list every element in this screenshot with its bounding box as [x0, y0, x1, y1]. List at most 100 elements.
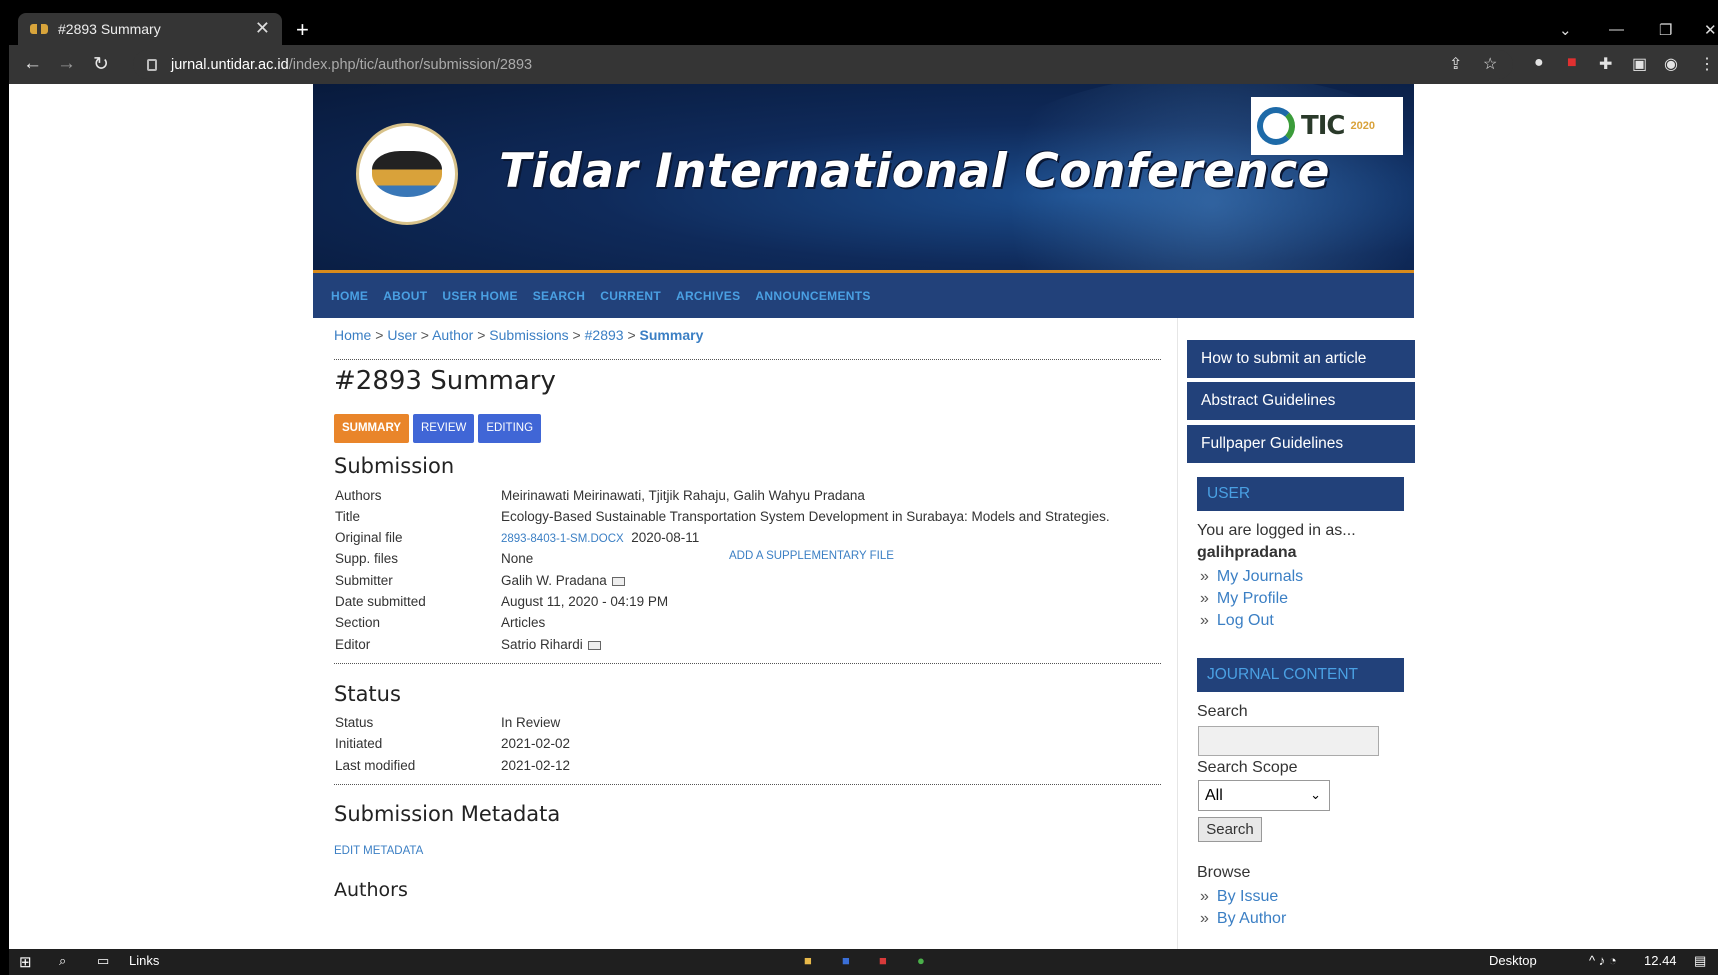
tab-search-icon[interactable]: ⌄	[1559, 21, 1572, 39]
crumb-author[interactable]: Author	[432, 327, 473, 343]
clock[interactable]: 12.44	[1644, 953, 1677, 968]
address-bar[interactable]: jurnal.untidar.ac.id /index.php/tic/auth…	[133, 50, 1513, 79]
crumb-home[interactable]: Home	[334, 327, 371, 343]
title-row: Title Ecology-Based Sustainable Transpor…	[335, 509, 1155, 529]
eagle-icon	[372, 151, 442, 197]
app-red-icon[interactable]: ■	[879, 953, 887, 968]
windows-taskbar: ⊞ ⌕ ▭ Links ■ ■ ■ ● Desktop ^ ♪ ◔ 12.44 …	[9, 949, 1718, 975]
browse-by-author-link[interactable]: » By Author	[1200, 910, 1286, 928]
screen: #2893 Summary ✕ + ⌄ — ❐ ✕ ← → ↻ jurnal.u…	[0, 0, 1718, 975]
nav-announcements[interactable]: ANNOUNCEMENTS	[755, 289, 870, 303]
tab-editing[interactable]: EDITING	[478, 414, 542, 443]
add-supplementary-file-link[interactable]: ADD A SUPPLEMENTARY FILE	[729, 550, 894, 562]
side-panel-icon[interactable]: ▣	[1632, 54, 1647, 74]
search-scope-select[interactable]: All ⌄	[1198, 780, 1330, 811]
nav-home[interactable]: HOME	[331, 289, 368, 303]
breadcrumb: Home > User > Author > Submissions > #28…	[334, 327, 704, 343]
tab-summary[interactable]: SUMMARY	[334, 414, 409, 443]
editor-value: Satrio Rihardi	[501, 637, 583, 652]
email-editor-icon[interactable]	[587, 640, 601, 650]
how-to-submit-button[interactable]: How to submit an article	[1187, 340, 1415, 380]
close-window-icon[interactable]: ✕	[1704, 21, 1717, 39]
crumb-submissions[interactable]: Submissions	[489, 327, 568, 343]
browse-by-issue-link[interactable]: » By Issue	[1200, 888, 1278, 906]
initiated-value: 2021-02-02	[501, 736, 571, 751]
authors-row: Authors Meirinawati Meirinawati, Tjitjik…	[335, 488, 1155, 508]
user-block-heading: USER	[1197, 477, 1404, 511]
back-icon[interactable]: ←	[23, 53, 42, 75]
browser-tab[interactable]: #2893 Summary ✕	[18, 13, 282, 45]
task-view-icon[interactable]: ▭	[97, 953, 109, 969]
windows-start-icon[interactable]: ⊞	[19, 953, 32, 971]
crumb-submission-id[interactable]: #2893	[585, 327, 624, 343]
abstract-guidelines-button[interactable]: Abstract Guidelines	[1187, 382, 1415, 422]
puzzle-extensions-icon[interactable]: ✚	[1599, 54, 1612, 74]
nav-user-home[interactable]: USER HOME	[442, 289, 517, 303]
nav-archives[interactable]: ARCHIVES	[676, 289, 740, 303]
username: galihpradana	[1197, 544, 1297, 561]
file-explorer-icon[interactable]: ■	[804, 953, 812, 968]
edit-metadata-link[interactable]: EDIT METADATA	[334, 845, 423, 857]
title-label: Title	[335, 509, 361, 524]
word-icon[interactable]: ■	[842, 953, 850, 968]
site-container: Tidar International Conference TIC 2020 …	[313, 84, 1415, 949]
tic-year: 2020	[1350, 120, 1375, 132]
search-button[interactable]: Search	[1198, 817, 1262, 842]
crumb-user[interactable]: User	[387, 327, 417, 343]
log-out-link[interactable]: » Log Out	[1200, 612, 1274, 630]
search-icon[interactable]: ⌕	[59, 953, 66, 969]
site-favicon-icon	[30, 24, 48, 34]
web-page: Tidar International Conference TIC 2020 …	[9, 84, 1718, 949]
last-modified-row: Last modified 2021-02-12	[335, 758, 1155, 778]
chrome-icon[interactable]: ●	[917, 953, 925, 968]
forward-icon[interactable]: →	[57, 53, 76, 75]
by-issue-label: By Issue	[1216, 888, 1279, 905]
lock-icon	[147, 58, 157, 71]
editor-row: Editor Satrio Rihardi	[335, 637, 1155, 657]
section-row: Section Articles	[335, 615, 1155, 635]
my-journals-link[interactable]: » My Journals	[1200, 568, 1303, 586]
metadata-heading: Submission Metadata	[334, 802, 561, 826]
original-file-link[interactable]: 2893-8403-1-SM.DOCX	[501, 533, 624, 545]
close-tab-icon[interactable]: ✕	[255, 18, 270, 39]
date-submitted-row: Date submitted August 11, 2020 - 04:19 P…	[335, 594, 1155, 614]
reload-icon[interactable]: ↻	[93, 53, 109, 76]
divider	[334, 784, 1161, 785]
submitter-label: Submitter	[335, 573, 393, 588]
restore-icon[interactable]: ❐	[1659, 21, 1672, 39]
status-label: Status	[335, 715, 374, 730]
section-value: Articles	[501, 615, 546, 630]
title-value: Ecology-Based Sustainable Transportation…	[501, 509, 1110, 524]
fullpaper-guidelines-button[interactable]: Fullpaper Guidelines	[1187, 425, 1415, 465]
new-tab-icon[interactable]: +	[296, 17, 309, 43]
search-input[interactable]	[1198, 726, 1379, 756]
menu-icon[interactable]: ⋮	[1699, 54, 1715, 74]
desktop-toolbar[interactable]: Desktop	[1489, 953, 1537, 968]
system-tray-icons[interactable]: ^ ♪ ◔	[1589, 953, 1617, 968]
nav-search[interactable]: SEARCH	[533, 289, 585, 303]
nav-current[interactable]: CURRENT	[600, 289, 661, 303]
extension-icon[interactable]: ●	[1534, 54, 1544, 72]
share-icon[interactable]: ⇪	[1449, 54, 1462, 74]
status-row: Status In Review	[335, 715, 1155, 735]
university-logo	[356, 123, 458, 225]
header-banner: Tidar International Conference TIC 2020	[313, 84, 1414, 273]
authors-label: Authors	[335, 488, 382, 503]
links-toolbar[interactable]: Links	[129, 953, 159, 968]
bookmark-star-icon[interactable]: ☆	[1483, 54, 1497, 74]
email-submitter-icon[interactable]	[611, 576, 625, 586]
extension-red-icon[interactable]: ■	[1567, 54, 1577, 72]
nav-about[interactable]: ABOUT	[383, 289, 427, 303]
by-author-label: By Author	[1216, 910, 1287, 927]
original-file-row: Original file 2893-8403-1-SM.DOCX 2020-0…	[335, 530, 1155, 550]
chevron-down-icon: ⌄	[1310, 787, 1321, 802]
date-submitted-value: August 11, 2020 - 04:19 PM	[501, 594, 669, 609]
search-scope-value: All	[1205, 786, 1223, 804]
my-profile-link[interactable]: » My Profile	[1200, 590, 1288, 608]
authors-value: Meirinawati Meirinawati, Tjitjik Rahaju,…	[501, 488, 865, 503]
last-modified-label: Last modified	[335, 758, 416, 773]
minimize-icon[interactable]: —	[1609, 21, 1624, 38]
tab-review[interactable]: REVIEW	[413, 414, 475, 443]
notification-icon[interactable]: ▤	[1694, 953, 1706, 969]
profile-avatar-icon[interactable]: ◉	[1664, 54, 1678, 74]
